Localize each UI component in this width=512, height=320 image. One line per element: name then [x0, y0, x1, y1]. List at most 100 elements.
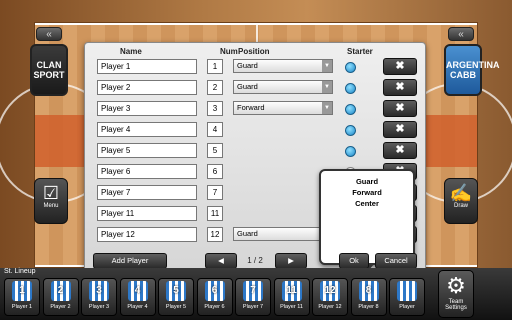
position-value: Guard: [237, 229, 258, 238]
lineup-player-chip[interactable]: 11 Player 11: [273, 278, 310, 316]
jersey-icon: 11: [281, 281, 302, 301]
starter-radio[interactable]: [345, 125, 356, 136]
header-starter: Starter: [347, 47, 373, 56]
delete-player-button[interactable]: ✖: [383, 121, 417, 138]
position-option-forward[interactable]: Forward: [321, 187, 413, 198]
lineup-player-label: Player 7: [242, 304, 264, 310]
player-number-input[interactable]: 5: [207, 143, 223, 158]
lineup-player-chip[interactable]: 12 Player 12: [312, 278, 348, 316]
player-name-input[interactable]: Player 5: [97, 143, 197, 158]
position-select[interactable]: Forward ▼: [233, 101, 333, 115]
dropdown-arrow-icon: ▼: [322, 102, 332, 114]
position-select[interactable]: Guard ▼: [233, 80, 333, 94]
lineup-player-chip[interactable]: Player: [389, 278, 425, 316]
lineup-player-chip[interactable]: 1 Player 1: [4, 278, 40, 316]
collapse-right-chevron-icon[interactable]: «: [448, 27, 474, 41]
lineup-player-chip[interactable]: 3 Player 3: [81, 278, 117, 316]
lineup-player-chip[interactable]: 7 Player 7: [235, 278, 271, 316]
lineup-player-label: Player 5: [165, 304, 187, 310]
delete-player-button[interactable]: ✖: [383, 79, 417, 96]
player-number-input[interactable]: 3: [207, 101, 223, 116]
player-number-input[interactable]: 1: [207, 59, 223, 74]
roster-row: Player 1 1 Guard ▼ ✖: [93, 57, 419, 77]
jersey-icon: 2: [50, 281, 71, 301]
position-value: Forward: [237, 103, 265, 112]
prev-page-button[interactable]: ◀: [205, 253, 237, 269]
player-number-input[interactable]: 4: [207, 122, 223, 137]
player-name-input[interactable]: Player 6: [97, 164, 197, 179]
roster-row: Player 3 3 Forward ▼ ✖: [93, 99, 419, 119]
position-select[interactable]: Guard▼: [233, 227, 333, 241]
lineup-title: St. Lineup: [4, 268, 36, 275]
header-name: Name: [120, 47, 142, 56]
lineup-player-chip[interactable]: 5 Player 5: [158, 278, 194, 316]
position-value: Guard: [237, 82, 258, 91]
player-name-input[interactable]: Player 2: [97, 80, 197, 95]
draw-button[interactable]: ✍ Draw: [444, 178, 478, 224]
jersey-icon: 4: [127, 281, 148, 301]
position-option-center[interactable]: Center: [321, 198, 413, 209]
roster-row: Player 4 4 ✖: [93, 120, 419, 140]
header-position: Position: [238, 47, 270, 56]
jersey-icon: [397, 281, 417, 301]
delete-player-button[interactable]: ✖: [383, 142, 417, 159]
add-player-button[interactable]: Add Player: [93, 253, 167, 269]
lineup-player-label: Player 12: [318, 304, 342, 310]
position-value: Guard: [237, 61, 258, 70]
lineup-player-chip[interactable]: 8 Player 8: [350, 278, 387, 316]
roster-row: Player 2 2 Guard ▼ ✖: [93, 78, 419, 98]
starting-lineup-bar: St. Lineup 1 Player 1 2 Player 2 3 Player 34P…: [0, 268, 512, 320]
starter-radio[interactable]: [345, 104, 356, 115]
away-team-logo[interactable]: ARGENTINA CABB: [444, 44, 500, 96]
lineup-player-label: Player 3: [88, 304, 110, 310]
next-page-button[interactable]: ▶: [275, 253, 307, 269]
dropdown-arrow-icon: ▼: [322, 81, 332, 93]
lineup-player-chip[interactable]: 2 Player 2: [42, 278, 79, 316]
menu-label: Menu: [43, 203, 59, 209]
delete-player-button[interactable]: ✖: [383, 58, 417, 75]
player-name-input[interactable]: Player 1: [97, 59, 197, 74]
menu-button[interactable]: ☑ Menu: [34, 178, 68, 224]
player-number-input[interactable]: 12: [207, 227, 223, 242]
jersey-icon: 3: [89, 281, 109, 301]
jersey-icon: 8: [358, 281, 379, 301]
jersey-icon: 7: [243, 281, 263, 301]
lineup-player-label: Player 6: [204, 304, 225, 310]
team-settings-label: Team Settings: [445, 299, 467, 311]
player-number-input[interactable]: 11: [207, 206, 223, 221]
delete-player-button[interactable]: ✖: [383, 100, 417, 117]
jersey-icon: 1: [12, 281, 32, 301]
player-name-input[interactable]: Player 12: [97, 227, 197, 242]
lineup-player-label: Player 1: [11, 304, 33, 310]
ok-button[interactable]: Ok: [339, 253, 369, 269]
home-team-logo[interactable]: CLAN SPORT: [30, 44, 68, 96]
lineup-player-label: Player 8: [358, 304, 379, 310]
away-team-logo-text: ARGENTINA CABB: [446, 60, 500, 80]
starter-radio[interactable]: [345, 146, 356, 157]
cancel-button[interactable]: Cancel: [375, 253, 417, 269]
player-name-input[interactable]: Player 11: [97, 206, 197, 221]
dropdown-arrow-icon: ▼: [322, 60, 332, 72]
draw-hand-icon: ✍: [449, 183, 473, 203]
lineup-player-label: Player 4: [127, 304, 148, 310]
position-option-guard[interactable]: Guard: [321, 176, 413, 187]
player-number-input[interactable]: 6: [207, 164, 223, 179]
lineup-player-chip[interactable]: 4 Player 4: [119, 278, 156, 316]
home-team-logo-text: CLAN SPORT: [33, 60, 65, 80]
player-name-input[interactable]: Player 3: [97, 101, 197, 116]
player-name-input[interactable]: Player 7: [97, 185, 197, 200]
gear-icon: ⚙: [446, 273, 466, 298]
lineup-player-label: Player 11: [280, 304, 303, 310]
lineup-player-chip[interactable]: 6 Player 6: [196, 278, 233, 316]
player-number-input[interactable]: 2: [207, 80, 223, 95]
collapse-left-chevron-icon[interactable]: «: [36, 27, 62, 41]
player-number-input[interactable]: 7: [207, 185, 223, 200]
starter-radio[interactable]: [345, 83, 356, 94]
page-indicator: 1 / 2: [247, 256, 263, 265]
roster-row: Player 5 5 ✖: [93, 141, 419, 161]
team-settings-button[interactable]: ⚙ Team Settings: [438, 270, 474, 318]
starter-radio[interactable]: [345, 62, 356, 73]
lineup-player-label: Player: [399, 304, 415, 310]
player-name-input[interactable]: Player 4: [97, 122, 197, 137]
position-select[interactable]: Guard ▼: [233, 59, 333, 73]
